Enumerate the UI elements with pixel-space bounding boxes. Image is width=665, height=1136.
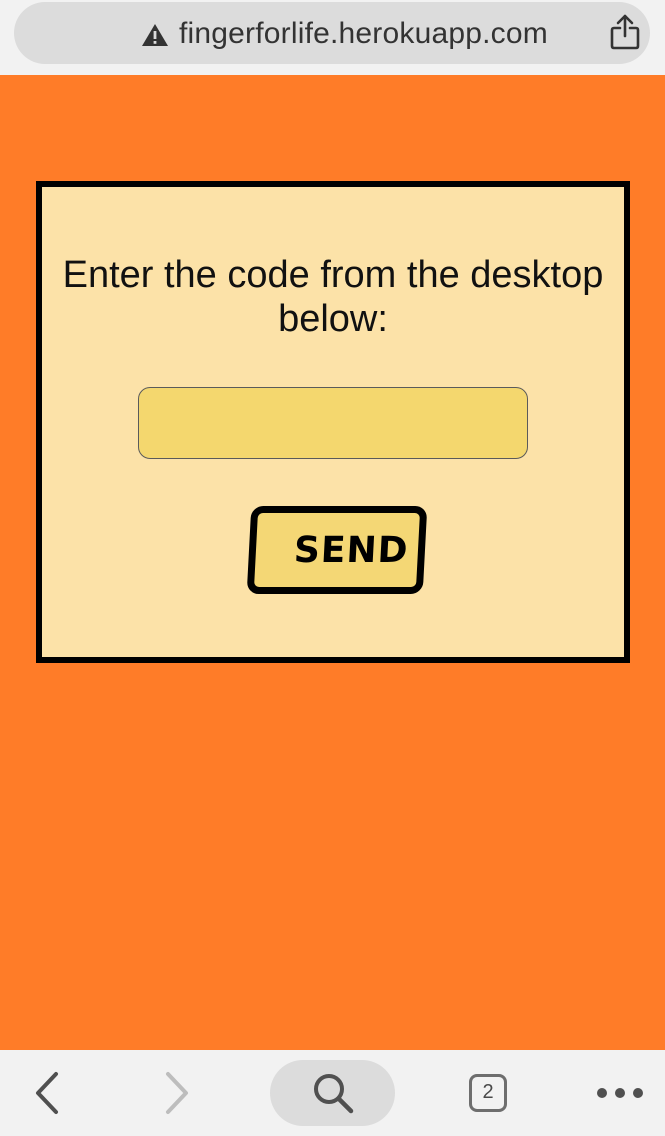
forward-icon <box>166 1072 188 1114</box>
url-field[interactable]: fingerforlife.herokuapp.com <box>14 2 650 64</box>
forward-button[interactable] <box>152 1050 202 1136</box>
url-text: fingerforlife.herokuapp.com <box>179 17 548 50</box>
more-button[interactable] <box>590 1050 650 1136</box>
search-button[interactable] <box>270 1060 395 1126</box>
more-icon <box>597 1088 643 1098</box>
tabs-icon: 2 <box>469 1074 507 1112</box>
code-entry-card: Enter the code from the desktop below: S… <box>36 181 630 663</box>
warning-icon <box>142 24 168 46</box>
tab-count: 2 <box>482 1081 494 1103</box>
back-icon <box>36 1072 58 1114</box>
page-content: Enter the code from the desktop below: S… <box>0 75 665 1050</box>
search-icon <box>313 1074 353 1114</box>
share-icon[interactable] <box>610 14 640 50</box>
browser-toolbar: 2 <box>0 1050 665 1136</box>
code-prompt: Enter the code from the desktop below: <box>62 254 604 340</box>
code-input[interactable] <box>138 387 528 459</box>
browser-address-bar: fingerforlife.herokuapp.com <box>0 0 665 75</box>
tabs-button[interactable]: 2 <box>460 1050 516 1136</box>
back-button[interactable] <box>22 1050 72 1136</box>
send-button[interactable]: SEND <box>246 506 428 594</box>
